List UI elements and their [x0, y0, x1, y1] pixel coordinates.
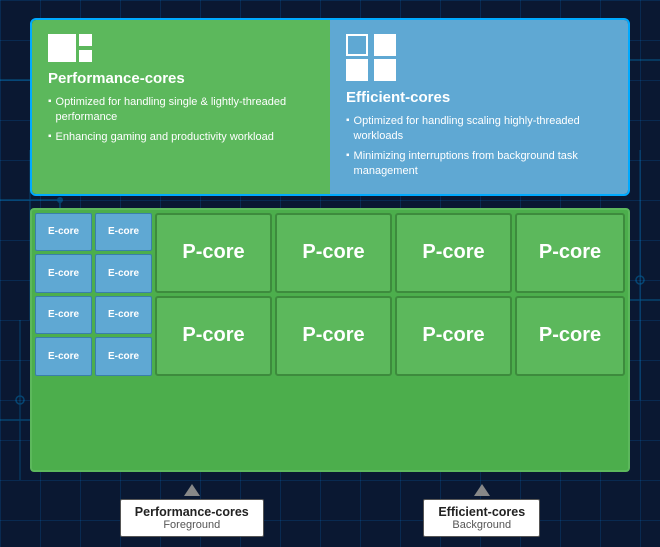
e-core-cell-2: E-core	[95, 213, 152, 252]
e-cores-bullet-2: Minimizing interruptions from background…	[346, 149, 612, 180]
p-core-cell-7: P-core	[395, 296, 512, 376]
p-core-cell-6: P-core	[275, 296, 392, 376]
p-cores-label: Performance-cores	[48, 70, 314, 87]
p-cores-icon	[48, 34, 103, 62]
e-cores-bullet-1: Optimized for handling scaling highly-th…	[346, 114, 612, 145]
top-section: Performance-cores Optimized for handling…	[30, 18, 630, 196]
e-cores-info-panel: Efficient-cores Optimized for handling s…	[330, 20, 628, 194]
p-cores-bottom-title: Performance-cores	[135, 505, 249, 519]
p-cores-bullet-1: Optimized for handling single & lightly-…	[48, 95, 314, 126]
p-core-cell-1: P-core	[155, 213, 272, 293]
e-cores-arrow	[474, 484, 490, 496]
e-cores-bullets: Optimized for handling scaling highly-th…	[346, 114, 612, 180]
e-cores-bottom-label: Efficient-cores Background	[423, 499, 540, 537]
p-cores-label-group: Performance-cores Foreground	[120, 484, 264, 537]
e-core-cell-7: E-core	[35, 337, 92, 376]
e-cores-bottom-title: Efficient-cores	[438, 505, 525, 519]
e-cores-label-group: Efficient-cores Background	[423, 484, 540, 537]
p-core-cell-5: P-core	[155, 296, 272, 376]
p-cores-bottom-subtitle: Foreground	[163, 519, 220, 531]
p-cores-arrow	[184, 484, 200, 496]
e-core-cell-1: E-core	[35, 213, 92, 252]
p-core-cell-3: P-core	[395, 213, 512, 293]
p-core-cell-4: P-core	[515, 213, 625, 293]
p-cores-bullets: Optimized for handling single & lightly-…	[48, 95, 314, 145]
p-cores-bullet-2: Enhancing gaming and productivity worklo…	[48, 130, 314, 145]
e-cores-bottom-subtitle: Background	[452, 519, 511, 531]
chip-diagram: P-core P-core P-core P-core E-core E-cor…	[30, 208, 630, 472]
e-core-cell-8: E-core	[95, 337, 152, 376]
p-cores-bottom-label: Performance-cores Foreground	[120, 499, 264, 537]
e-core-cell-3: E-core	[35, 254, 92, 293]
e-core-cell-5: E-core	[35, 296, 92, 335]
e-cores-label: Efficient-cores	[346, 89, 612, 106]
e-core-cell-6: E-core	[95, 296, 152, 335]
p-core-cell-8: P-core	[515, 296, 625, 376]
e-core-cell-4: E-core	[95, 254, 152, 293]
bottom-labels: Performance-cores Foreground Efficient-c…	[30, 484, 630, 537]
p-cores-info-panel: Performance-cores Optimized for handling…	[32, 20, 330, 194]
main-container: Performance-cores Optimized for handling…	[0, 0, 660, 547]
p-core-cell-2: P-core	[275, 213, 392, 293]
e-cores-group: E-core E-core E-core E-core E-core E-cor…	[35, 213, 152, 376]
e-cores-icon	[346, 34, 398, 81]
